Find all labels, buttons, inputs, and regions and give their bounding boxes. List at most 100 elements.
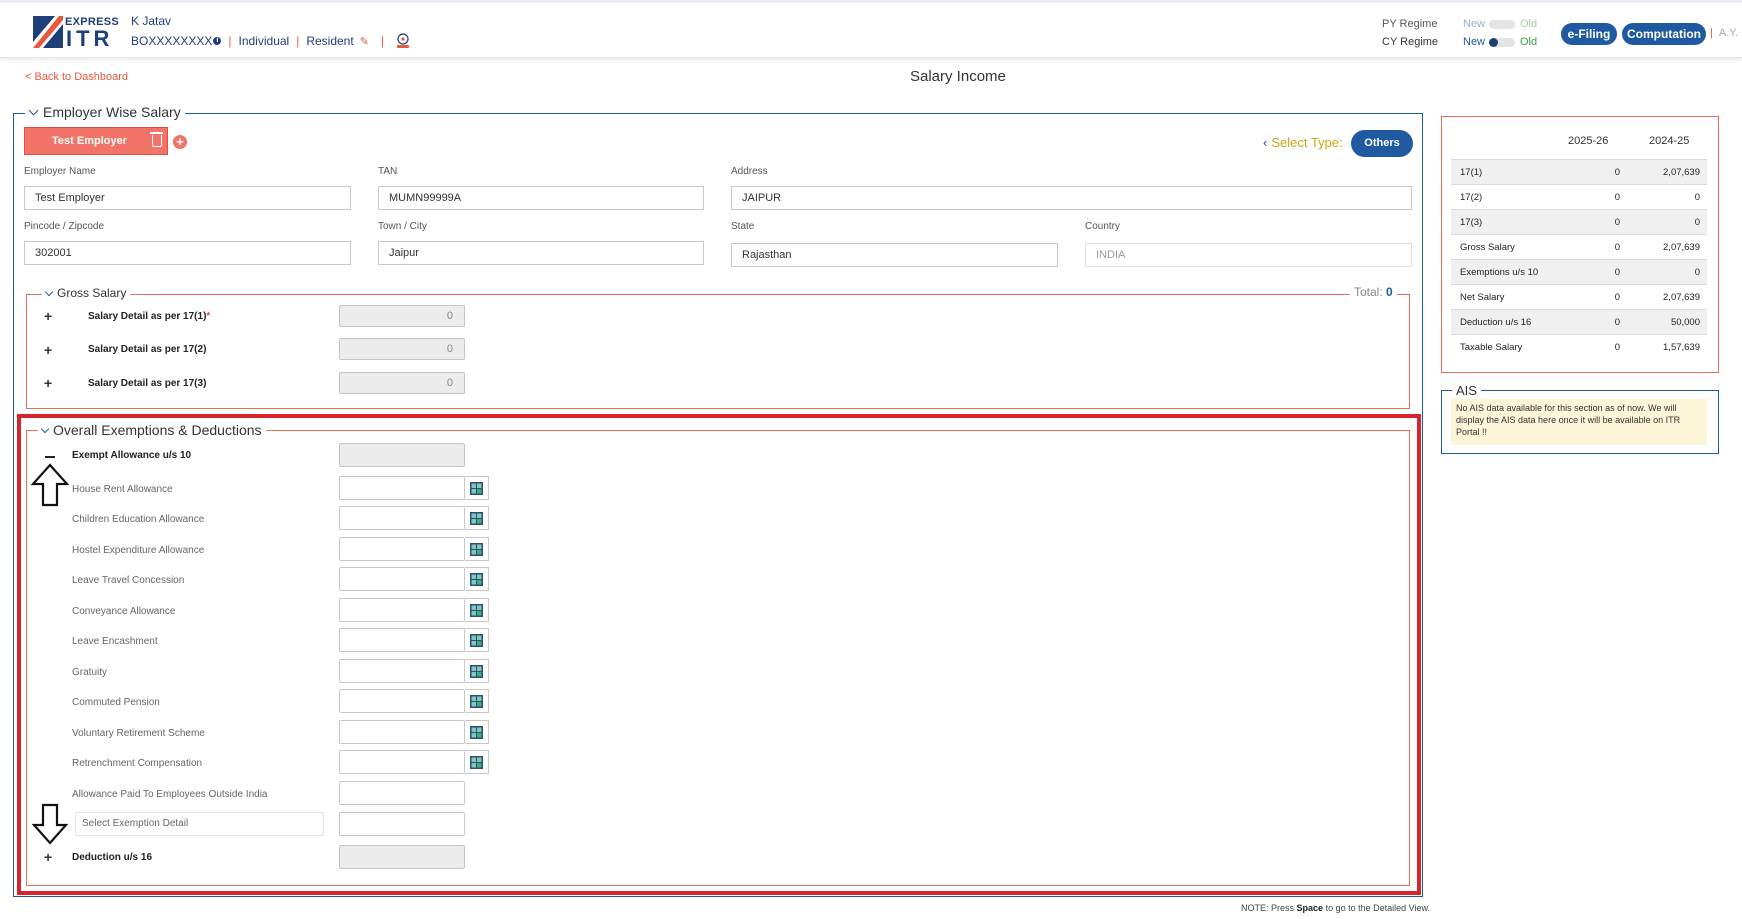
summary-col-2025-26: 2025-26 xyxy=(1568,135,1609,147)
calculator-icon[interactable] xyxy=(465,750,489,774)
exemption-amount-input[interactable] xyxy=(339,689,465,713)
address-input[interactable]: JAIPUR xyxy=(731,186,1412,210)
gross-salary-title: Gross Salary xyxy=(57,286,127,300)
calculator-icon[interactable] xyxy=(465,506,489,530)
info-icon[interactable]: i xyxy=(213,37,222,45)
select-exemption-amount-input[interactable] xyxy=(339,812,465,836)
summary-row-2024-25: 2,07,639 xyxy=(1663,292,1700,303)
exemption-amount-input[interactable] xyxy=(339,628,465,652)
back-to-dashboard-link[interactable]: < Back to Dashboard xyxy=(25,71,128,83)
expand-17-2-icon[interactable]: + xyxy=(44,342,52,358)
chevron-down-icon xyxy=(40,424,50,433)
summary-row-label: Exemptions u/s 10 xyxy=(1460,267,1539,278)
summary-row-2025-26: 0 xyxy=(1614,242,1620,253)
efiling-button[interactable]: e-Filing xyxy=(1561,23,1617,45)
expand-deduction-16-icon[interactable]: + xyxy=(44,849,52,865)
summary-row-2024-25: 0 xyxy=(1694,267,1700,278)
logo-mark-icon xyxy=(33,16,63,48)
summary-row: Exemptions u/s 10 0 0 xyxy=(1451,259,1707,284)
exemption-item-label: Retrenchment Compensation xyxy=(72,758,203,769)
summary-row-2025-26: 0 xyxy=(1614,267,1620,278)
state-select[interactable]: Rajasthan xyxy=(731,243,1058,267)
salary-17-2-input: 0 xyxy=(339,338,465,360)
page-title: Salary Income xyxy=(910,68,1006,85)
select-type-others-button[interactable]: Others xyxy=(1351,130,1413,157)
collapse-exempt-icon[interactable] xyxy=(45,456,55,458)
exemption-item-label: Commuted Pension xyxy=(72,697,160,708)
gross-salary-section xyxy=(26,294,1410,409)
summary-row-label: Deduction u/s 16 xyxy=(1460,317,1532,328)
chevron-down-icon xyxy=(28,105,39,116)
employer-name-input[interactable]: Test Employer xyxy=(24,186,351,210)
summary-row-2025-26: 0 xyxy=(1614,217,1620,228)
cy-toggle-track[interactable] xyxy=(1489,38,1515,47)
exemption-item-label: Allowance Paid To Employees Outside Indi… xyxy=(72,789,268,800)
calculator-icon[interactable] xyxy=(465,720,489,744)
country-label: Country xyxy=(1085,221,1121,232)
arrow-up-icon xyxy=(31,463,69,507)
exemption-amount-input[interactable] xyxy=(339,567,465,591)
exemption-item-label: Hostel Expenditure Allowance xyxy=(72,545,205,556)
summary-row: Gross Salary 0 2,07,639 xyxy=(1451,234,1707,259)
exemptions-title: Overall Exemptions & Deductions xyxy=(53,422,262,438)
calculator-icon[interactable] xyxy=(465,567,489,591)
py-old-label: Old xyxy=(1520,18,1538,30)
pan-number: BOXXXXXXXX xyxy=(131,34,213,48)
salary-17-3-input: 0 xyxy=(339,372,465,394)
exemption-amount-input[interactable] xyxy=(339,750,465,774)
trash-icon[interactable] xyxy=(150,132,163,147)
computation-button[interactable]: Computation xyxy=(1622,23,1706,45)
express-itr-logo[interactable]: EXPRESS ITR xyxy=(33,14,119,51)
calculator-icon[interactable] xyxy=(465,598,489,622)
calculator-icon[interactable] xyxy=(465,537,489,561)
employer-tab-test-employer[interactable]: Test Employer xyxy=(24,127,168,155)
exemptions-legend[interactable]: Overall Exemptions & Deductions xyxy=(38,422,266,438)
summary-row-2024-25: 2,07,639 xyxy=(1663,242,1700,253)
city-input[interactable]: Jaipur xyxy=(378,241,704,265)
arrow-down-icon xyxy=(32,803,68,845)
select-type-label: Select Type: xyxy=(1271,135,1343,150)
cy-new-label: New xyxy=(1463,36,1486,48)
py-regime-toggle[interactable]: PY Regime New Old xyxy=(1382,18,1542,32)
exemption-item-label: Conveyance Allowance xyxy=(72,606,176,617)
py-toggle-track[interactable] xyxy=(1489,20,1515,29)
summary-col-2024-25: 2024-25 xyxy=(1649,135,1690,147)
app-header: EXPRESS ITR K Jatav BOXXXXXXXX i | Indiv… xyxy=(0,3,1742,58)
logo-text-itr: ITR xyxy=(66,26,114,51)
summary-row-label: Gross Salary xyxy=(1460,242,1515,253)
exemption-amount-input[interactable] xyxy=(339,598,465,622)
expand-17-3-icon[interactable]: + xyxy=(44,375,52,391)
tan-label: TAN xyxy=(378,166,398,177)
cy-regime-toggle[interactable]: CY Regime New Old xyxy=(1382,36,1542,50)
exemption-amount-input[interactable] xyxy=(339,506,465,530)
calculator-icon[interactable] xyxy=(465,476,489,500)
residency-text: Resident xyxy=(306,34,354,48)
exemption-amount-input[interactable] xyxy=(339,659,465,683)
calculator-icon[interactable] xyxy=(465,689,489,713)
exemption-amount-input[interactable] xyxy=(339,537,465,561)
exemption-amount-input[interactable] xyxy=(339,476,465,500)
employer-section-legend[interactable]: Employer Wise Salary xyxy=(25,104,185,120)
calculator-icon[interactable] xyxy=(465,628,489,652)
expand-17-1-icon[interactable]: + xyxy=(44,308,52,324)
summary-row-label: Net Salary xyxy=(1460,292,1505,303)
pincode-input[interactable]: 302001 xyxy=(24,241,351,265)
calculator-icon[interactable] xyxy=(465,659,489,683)
gross-salary-legend[interactable]: Gross Salary xyxy=(42,286,131,300)
pencil-icon[interactable]: ✎ xyxy=(360,35,369,48)
add-employer-icon[interactable]: + xyxy=(173,135,187,149)
summary-row-2024-25: 50,000 xyxy=(1670,317,1700,328)
user-name: K Jatav xyxy=(131,14,172,28)
chevron-left-icon[interactable]: ‹ xyxy=(1263,135,1267,150)
summary-row: 17(3) 0 0 xyxy=(1451,209,1707,234)
exemption-amount-input[interactable] xyxy=(339,781,465,805)
separator: | xyxy=(380,34,385,48)
select-exemption-detail-dropdown[interactable]: Select Exemption Detail xyxy=(75,812,324,836)
salary-17-1-input: 0 xyxy=(339,305,465,327)
employer-name-label: Employer Name xyxy=(24,166,96,177)
summary-row-2025-26: 0 xyxy=(1614,292,1620,303)
summary-row-2025-26: 0 xyxy=(1614,317,1620,328)
exemption-item-label: House Rent Allowance xyxy=(72,484,173,495)
tan-input[interactable]: MUMN99999A xyxy=(378,186,704,210)
exemption-amount-input[interactable] xyxy=(339,720,465,744)
